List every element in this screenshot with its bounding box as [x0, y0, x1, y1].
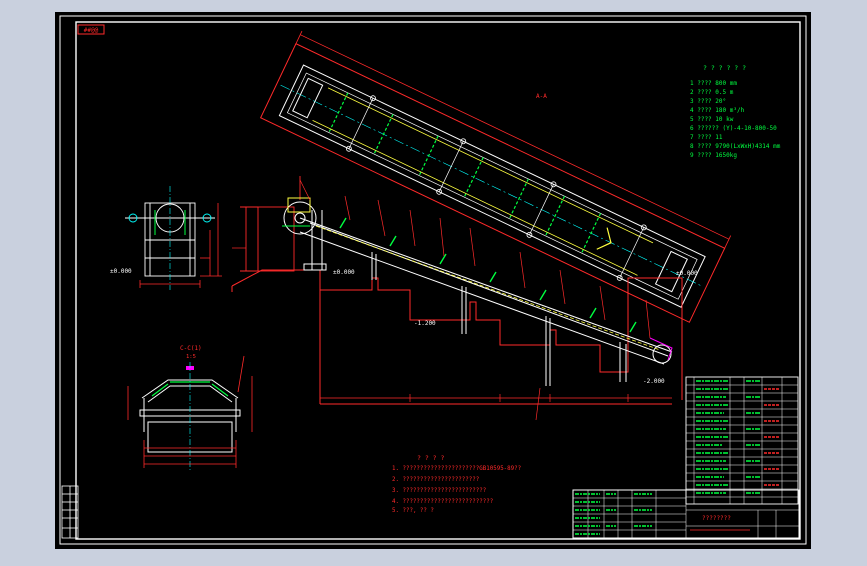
param-row: 6 ?????? (Y)-4-10-800-50 [690, 125, 777, 132]
note-item: 3. ???????????????????????? [392, 488, 486, 494]
param-row: 8 ???? 9790(LxWxH)4314 mm [690, 143, 781, 150]
note-item: 1. ??????????????????????GB10595-89?? [392, 466, 521, 472]
note-item: 5. ???, ?? ? [392, 508, 434, 514]
cad-viewport[interactable]: ##@@ A-A ? ? ? ? ? ? 1 ???? 800 mm 2 ???… [0, 0, 867, 562]
param-row: 9 ???? 1650kg [690, 152, 737, 159]
param-row: 2 ???? 0.5 m [690, 89, 734, 96]
notes-title: ? ? ? ? [417, 454, 444, 462]
elevation-pit: -1.200 [414, 320, 436, 327]
tech-params-title: ? ? ? ? ? ? [703, 64, 746, 72]
cad-drawing-canvas[interactable]: ##@@ A-A ? ? ? ? ? ? 1 ???? 800 mm 2 ???… [0, 0, 867, 562]
section-scale: 1:5 [186, 354, 196, 360]
param-row: 7 ???? 11 [690, 134, 723, 141]
plan-view-label: A-A [536, 93, 547, 100]
elevation-left-ground: ±0.000 [333, 269, 355, 276]
param-row: 4 ???? 180 m³/h [690, 107, 745, 114]
note-item: 2. ?????????????????????? [392, 477, 479, 483]
stamp-text: ##@@ [84, 27, 99, 34]
section-label: C-C(1) [180, 345, 202, 352]
note-item: 4. ?????????????????????????? [392, 499, 493, 505]
elevation-right-top: ±0.000 [676, 270, 698, 277]
param-row: 5 ???? 10 kw [690, 116, 734, 123]
param-row: 3 ???? 20° [690, 98, 726, 105]
elevation-left: ±0.000 [110, 268, 132, 275]
param-row: 1 ???? 800 mm [690, 80, 737, 87]
drawing-title: ???????? [702, 515, 731, 522]
elevation-right-low: -2.000 [643, 378, 665, 385]
